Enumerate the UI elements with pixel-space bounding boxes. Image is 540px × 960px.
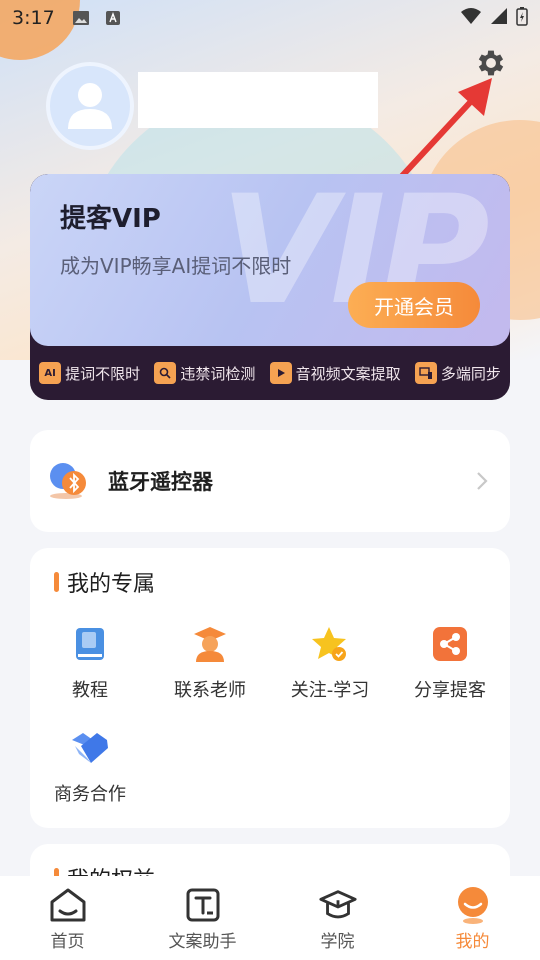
vip-subtitle: 成为VIP畅享AI提词不限时: [60, 254, 292, 278]
exclusive-section: 我的专属 教程 联系老师 关注-学习 分享提客 商务合作: [30, 548, 510, 828]
nav-me[interactable]: 我的: [405, 876, 540, 960]
business-cooperation-button[interactable]: 商务合作: [30, 728, 150, 806]
nav-me-label: 我的: [455, 931, 490, 952]
multi-device-icon: [414, 362, 437, 384]
share-button[interactable]: 分享提客: [390, 624, 510, 702]
nav-academy-label: 学院: [320, 931, 355, 952]
nav-home[interactable]: 首页: [0, 876, 135, 960]
me-icon: [453, 885, 493, 925]
nav-home-label: 首页: [50, 931, 85, 952]
user-icon: [68, 83, 112, 129]
bluetooth-remote-label: 蓝牙遥控器: [108, 470, 213, 494]
vip-feature: AI 提词不限时: [39, 362, 140, 384]
copywriting-icon: [183, 885, 223, 925]
home-icon: [48, 885, 88, 925]
follow-learn-button[interactable]: 关注-学习: [270, 624, 390, 702]
wifi-icon: [460, 7, 482, 29]
av-extract-icon: [269, 362, 292, 384]
bluetooth-icon: [48, 460, 90, 502]
chevron-right-icon: [472, 471, 492, 491]
vip-banner: VIP 提客VIP 成为VIP畅享AI提词不限时 开通会员: [30, 174, 510, 346]
vip-card[interactable]: VIP 提客VIP 成为VIP畅享AI提词不限时 开通会员 AI 提词不限时 违…: [30, 174, 510, 400]
bluetooth-remote-row[interactable]: 蓝牙遥控器: [30, 430, 510, 532]
contact-teacher-button[interactable]: 联系老师: [150, 624, 270, 702]
tutorial-label: 教程: [72, 680, 108, 701]
contact-teacher-label: 联系老师: [174, 680, 246, 701]
bottom-nav: 首页 文案助手 学院 我的: [0, 876, 540, 960]
status-time: 3:17: [12, 7, 55, 29]
vip-feature: 多端同步: [414, 362, 501, 384]
gallery-notification-icon: [71, 10, 91, 26]
business-cooperation-label: 商务合作: [54, 784, 126, 805]
vip-feature-label: 音视频文案提取: [295, 364, 401, 383]
signal-icon: [490, 7, 508, 29]
banned-word-check-icon: [154, 362, 177, 384]
unlimited-prompt-icon: AI: [39, 362, 62, 384]
vip-feature: 音视频文案提取: [269, 362, 401, 384]
handshake-icon: [70, 728, 110, 768]
book-icon: [70, 624, 110, 664]
vip-title: 提客VIP: [60, 204, 161, 234]
nav-academy[interactable]: 学院: [270, 876, 405, 960]
vip-feature-label: 提词不限时: [65, 364, 141, 383]
gear-icon: [478, 50, 504, 76]
vip-features: AI 提词不限时 违禁词检测 音视频文案提取 多端同步: [30, 346, 510, 400]
username-area[interactable]: [138, 72, 378, 128]
section-title-text: 我的专属: [67, 572, 156, 597]
star-icon: [310, 624, 350, 664]
share-icon: [430, 624, 470, 664]
nav-copywriting-label: 文案助手: [168, 931, 237, 952]
section-title: 我的专属: [54, 566, 155, 598]
academy-icon: [318, 885, 358, 925]
teacher-icon: [190, 624, 230, 664]
share-label: 分享提客: [414, 680, 486, 701]
follow-learn-label: 关注-学习: [290, 680, 370, 701]
tutorial-button[interactable]: 教程: [30, 624, 150, 702]
vip-feature-label: 违禁词检测: [180, 364, 256, 383]
vip-feature: 违禁词检测: [154, 362, 255, 384]
open-membership-button[interactable]: 开通会员: [348, 282, 480, 328]
nav-copywriting[interactable]: 文案助手: [135, 876, 270, 960]
battery-icon: [516, 6, 528, 30]
vip-feature-label: 多端同步: [440, 364, 501, 383]
settings-button[interactable]: [472, 44, 510, 82]
status-bar: 3:17: [0, 0, 540, 36]
avatar[interactable]: [46, 62, 134, 150]
app-notification-icon: [103, 10, 123, 26]
